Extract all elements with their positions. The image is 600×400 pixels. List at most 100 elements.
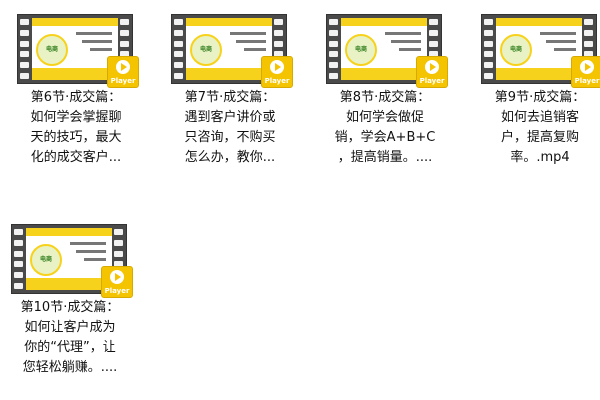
film-hole	[429, 19, 438, 25]
preview-text-line	[90, 48, 112, 51]
film-hole	[174, 40, 183, 47]
video-thumbnail[interactable]: 电商 Player	[11, 224, 133, 298]
preview-band-bottom	[32, 68, 118, 80]
file-name-line: 如何让客户成为	[24, 320, 116, 335]
video-file-item[interactable]: 电商 Player 第9节·成交篇： 如何去追销客 户，提高复购 率。.mp4	[476, 0, 600, 170]
video-file-item[interactable]: 电商 Player 第7节·成交篇： 遇到客户讲价或 只咨询，不购买 怎么办，教你...	[166, 0, 316, 170]
film-hole	[329, 19, 338, 25]
film-hole	[20, 72, 29, 79]
film-hole	[114, 250, 123, 257]
film-hole	[120, 19, 129, 25]
film-hole	[484, 40, 493, 47]
film-hole	[329, 51, 338, 58]
preview-text-line	[236, 40, 266, 43]
film-hole	[484, 29, 493, 36]
film-hole	[584, 29, 593, 36]
player-label: Player	[264, 77, 290, 85]
play-triangle-icon	[121, 63, 127, 71]
preview-band-bottom	[341, 68, 427, 80]
file-name-label[interactable]: 第9节·成交篇： 如何去追销客 户，提高复购 率。.mp4	[476, 88, 600, 168]
film-hole	[114, 229, 123, 235]
film-hole	[329, 72, 338, 79]
preview-text-line	[546, 40, 576, 43]
player-label: Player	[110, 77, 136, 85]
mascot-logo: 电商	[30, 244, 62, 276]
player-label: Player	[104, 287, 130, 295]
video-thumbnail[interactable]: 电商 Player	[171, 14, 293, 88]
film-hole	[484, 51, 493, 58]
video-file-item[interactable]: 电商 Player 第10节·成交篇： 如何让客户成为 你的“代理”，让 您轻松躺赚。..…	[6, 210, 156, 380]
player-play-icon: Player	[101, 266, 133, 298]
player-play-icon: Player	[107, 56, 139, 88]
file-name-label[interactable]: 第6节·成交篇： 如何学会掌握聊 天的技巧，最大 化的成交客户...	[12, 88, 140, 168]
video-thumbnail[interactable]: 电商 Player	[17, 14, 139, 88]
film-hole	[14, 250, 23, 257]
file-name-label[interactable]: 第10节·成交篇： 如何让客户成为 你的“代理”，让 您轻松躺赚。....	[6, 298, 134, 378]
player-label: Player	[419, 77, 445, 85]
video-file-item[interactable]: 电商 Player 第8节·成交篇： 如何学会做促 销，学会A+B+C ，提高销量。...…	[321, 0, 471, 170]
film-holes-left	[20, 19, 30, 79]
film-hole	[584, 40, 593, 47]
video-preview-frame: 电商	[26, 228, 112, 290]
film-hole	[14, 261, 23, 268]
preview-band-top	[26, 228, 112, 236]
video-file-item[interactable]: 电商 Player 第6节·成交篇： 如何学会掌握聊 天的技巧，最大 化的成交客户...	[12, 0, 162, 170]
mascot-logo: 电商	[345, 34, 377, 66]
film-hole	[429, 40, 438, 47]
file-name-line: 只咨询，不购买	[184, 130, 276, 145]
film-hole	[20, 19, 29, 25]
player-label: Player	[574, 77, 600, 85]
mascot-logo: 电商	[190, 34, 222, 66]
film-hole	[114, 239, 123, 246]
film-hole	[484, 19, 493, 25]
preview-text-line	[76, 250, 106, 253]
file-name-label[interactable]: 第7节·成交篇： 遇到客户讲价或 只咨询，不购买 怎么办，教你...	[166, 88, 294, 168]
player-play-icon: Player	[571, 56, 600, 88]
film-hole	[329, 29, 338, 36]
mascot-logo: 电商	[500, 34, 532, 66]
preview-text-line	[554, 48, 576, 51]
film-holes-left	[484, 19, 494, 79]
file-name-line: 你的“代理”，让	[24, 340, 116, 355]
film-hole	[120, 40, 129, 47]
file-name-line: 第7节·成交篇：	[184, 90, 276, 105]
video-preview-frame: 电商	[186, 18, 272, 80]
preview-band-top	[496, 18, 582, 26]
file-name-label[interactable]: 第8节·成交篇： 如何学会做促 销，学会A+B+C ，提高销量。....	[321, 88, 449, 168]
film-hole	[274, 19, 283, 25]
film-hole	[584, 19, 593, 25]
video-thumbnail[interactable]: 电商 Player	[326, 14, 448, 88]
video-preview-frame: 电商	[32, 18, 118, 80]
preview-band-top	[341, 18, 427, 26]
film-holes-left	[174, 19, 184, 79]
film-hole	[329, 62, 338, 69]
preview-text-line	[70, 242, 106, 245]
film-hole	[174, 29, 183, 36]
file-name-line: 天的技巧，最大	[30, 130, 122, 145]
file-name-line: 如何学会掌握聊	[30, 110, 122, 125]
video-thumbnail[interactable]: 电商 Player	[481, 14, 600, 88]
film-hole	[14, 229, 23, 235]
preview-text-line	[399, 48, 421, 51]
preview-text-line	[391, 40, 421, 43]
film-hole	[329, 40, 338, 47]
preview-text-line	[230, 32, 266, 35]
file-name-line: ，提高销量。....	[337, 150, 433, 165]
film-holes-left	[329, 19, 339, 79]
preview-band-bottom	[496, 68, 582, 80]
player-play-icon: Player	[261, 56, 293, 88]
file-name-line: 您轻松躺赚。....	[22, 360, 118, 375]
film-hole	[174, 62, 183, 69]
film-hole	[20, 40, 29, 47]
film-hole	[20, 51, 29, 58]
film-hole	[20, 62, 29, 69]
film-hole	[174, 51, 183, 58]
film-hole	[174, 19, 183, 25]
file-name-line: 第6节·成交篇：	[30, 90, 122, 105]
film-holes-left	[14, 229, 24, 289]
file-name-line: 销，学会A+B+C	[334, 130, 436, 145]
preview-band-bottom	[26, 278, 112, 290]
file-name-line: 户，提高复购	[500, 130, 579, 145]
preview-text-line	[76, 32, 112, 35]
file-name-line: 第9节·成交篇：	[494, 90, 586, 105]
